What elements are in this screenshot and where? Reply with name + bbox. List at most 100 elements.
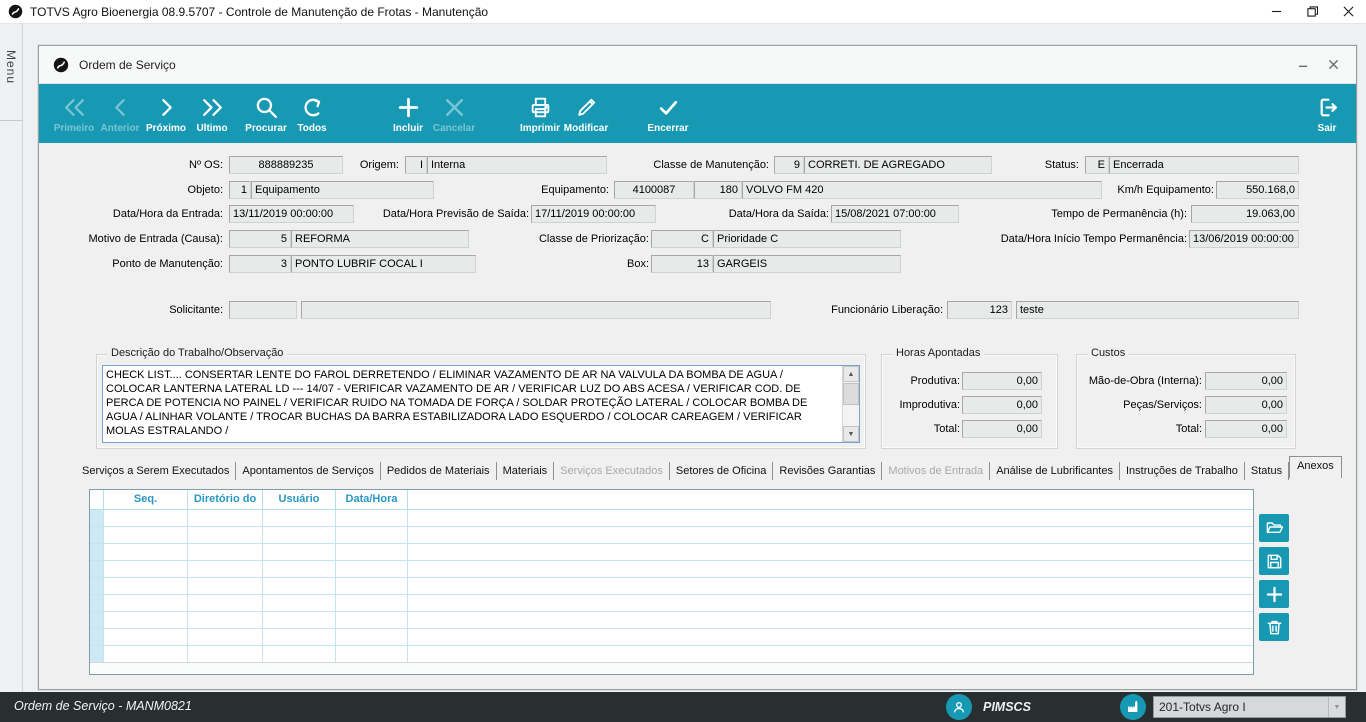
grid-header-usuario[interactable]: Usuário: [263, 490, 336, 509]
tab-setores-de-oficina[interactable]: Setores de Oficina: [670, 462, 774, 480]
descricao-scrollbar[interactable]: ▲ ▼: [842, 366, 859, 442]
tab-analise-de-lubrificantes[interactable]: Análise de Lubrificantes: [990, 462, 1120, 480]
entrada-field[interactable]: 13/11/2019 00:00:00: [229, 205, 354, 223]
tab-revisoes-garantias[interactable]: Revisões Garantias: [773, 462, 883, 480]
scroll-thumb[interactable]: [843, 383, 859, 405]
dialog-close-button[interactable]: [1320, 53, 1346, 77]
ponto-manutencao-label: Ponto de Manutenção:: [112, 258, 223, 270]
dialog-minimize-button[interactable]: [1290, 53, 1316, 77]
scroll-down-icon[interactable]: ▼: [843, 426, 859, 442]
box-desc-field[interactable]: GARGEIS: [713, 255, 901, 273]
produtiva-field[interactable]: 0,00: [962, 372, 1042, 390]
saida-field[interactable]: 15/08/2021 07:00:00: [831, 205, 959, 223]
plus-icon: [1266, 586, 1282, 602]
first-button[interactable]: Primeiro: [51, 84, 97, 143]
classe-manutencao-code-field[interactable]: 9: [774, 156, 804, 174]
exit-button[interactable]: Sair: [1304, 84, 1350, 143]
save-attachment-button[interactable]: [1259, 547, 1289, 575]
table-row[interactable]: [90, 595, 1253, 612]
equipamento-code2-field[interactable]: 180: [694, 181, 742, 199]
funcionario-liberacao-desc-field[interactable]: teste: [1016, 301, 1299, 319]
last-button[interactable]: Ultimo: [189, 84, 235, 143]
classe-priorizacao-code-field[interactable]: C: [651, 230, 713, 248]
improdutiva-field[interactable]: 0,00: [962, 396, 1042, 414]
finish-button[interactable]: Encerrar: [645, 84, 691, 143]
table-row[interactable]: [90, 612, 1253, 629]
service-order-dialog: Ordem de Serviço Primeiro Anterior Próxi…: [38, 45, 1357, 690]
user-avatar[interactable]: [946, 694, 972, 720]
inicio-permanencia-field[interactable]: 13/06/2019 00:00:00: [1189, 230, 1299, 248]
modify-button[interactable]: Modificar: [563, 84, 609, 143]
close-button[interactable]: [1330, 0, 1366, 23]
ponto-manutencao-code-field[interactable]: 3: [229, 255, 291, 273]
tab-instrucoes-de-trabalho[interactable]: Instruções de Trabalho: [1120, 462, 1245, 480]
cancel-button[interactable]: Cancelar: [431, 84, 477, 143]
table-cell: [263, 629, 336, 645]
restore-button[interactable]: [1294, 0, 1330, 23]
box-code-field[interactable]: 13: [651, 255, 713, 273]
previsao-saida-field[interactable]: 17/11/2019 00:00:00: [531, 205, 656, 223]
delete-attachment-button[interactable]: [1259, 613, 1289, 641]
search-button[interactable]: Procurar: [243, 84, 289, 143]
objeto-code-field[interactable]: 1: [229, 181, 251, 199]
grid-header-datahora[interactable]: Data/Hora: [336, 490, 408, 509]
company-badge[interactable]: [1120, 694, 1146, 720]
origem-desc-field[interactable]: Interna: [427, 156, 607, 174]
print-button[interactable]: Imprimir: [517, 84, 563, 143]
menu-tab[interactable]: Menu: [4, 50, 18, 84]
status-label: Status:: [1044, 159, 1079, 171]
ponto-manutencao-desc-field[interactable]: PONTO LUBRIF COCAL I: [291, 255, 476, 273]
table-row[interactable]: [90, 629, 1253, 646]
status-desc-field[interactable]: Encerrada: [1109, 156, 1299, 174]
tab-apontamentos-de-servicos[interactable]: Apontamentos de Serviços: [236, 462, 381, 480]
table-row[interactable]: [90, 527, 1253, 544]
table-row[interactable]: [90, 578, 1253, 595]
table-row[interactable]: [90, 544, 1253, 561]
minimize-button[interactable]: [1258, 0, 1294, 23]
horas-total-field[interactable]: 0,00: [962, 420, 1042, 438]
tab-anexos[interactable]: Anexos: [1289, 456, 1342, 478]
origem-code-field[interactable]: I: [405, 156, 427, 174]
table-row[interactable]: [90, 646, 1253, 663]
funcionario-liberacao-code-field[interactable]: 123: [947, 301, 1012, 319]
table-cell: [263, 527, 336, 543]
table-cell: [408, 527, 1253, 543]
add-attachment-button[interactable]: [1259, 580, 1289, 608]
next-button[interactable]: Próximo: [143, 84, 189, 143]
descricao-textarea[interactable]: CHECK LIST.... CONSERTAR LENTE DO FAROL …: [102, 365, 860, 443]
motivo-entrada-desc-field[interactable]: REFORMA: [291, 230, 469, 248]
add-button[interactable]: Incluir: [385, 84, 431, 143]
restore-icon: [1306, 6, 1318, 17]
equipamento-desc-field[interactable]: VOLVO FM 420: [742, 181, 1102, 199]
custos-total-field[interactable]: 0,00: [1205, 420, 1287, 438]
grid-header-diretorio[interactable]: Diretório do: [188, 490, 263, 509]
motivo-entrada-code-field[interactable]: 5: [229, 230, 291, 248]
company-selector[interactable]: 201-Totvs Agro I ▼: [1153, 696, 1346, 718]
solicitante-desc-field[interactable]: [301, 301, 771, 319]
solicitante-code-field[interactable]: [229, 301, 297, 319]
grid-horizontal-scrollbar[interactable]: [90, 662, 1253, 674]
classe-manutencao-desc-field[interactable]: CORRETI. DE AGREGADO: [804, 156, 992, 174]
tab-servicos-a-serem-executados[interactable]: Serviços a Serem Executados: [76, 462, 237, 480]
table-cell: [408, 578, 1253, 594]
scroll-up-icon[interactable]: ▲: [843, 366, 859, 382]
tab-status[interactable]: Status: [1245, 462, 1290, 480]
pecas-servicos-field[interactable]: 0,00: [1205, 396, 1287, 414]
kmh-field[interactable]: 550.168,0: [1216, 181, 1299, 199]
tempo-permanencia-field[interactable]: 19.063,00: [1191, 205, 1299, 223]
tab-pedidos-de-materiais[interactable]: Pedidos de Materiais: [381, 462, 497, 480]
all-button[interactable]: Todos: [289, 84, 335, 143]
objeto-desc-field[interactable]: Equipamento: [251, 181, 434, 199]
table-row[interactable]: [90, 561, 1253, 578]
open-attachment-button[interactable]: [1259, 514, 1289, 542]
mao-de-obra-field[interactable]: 0,00: [1205, 372, 1287, 390]
dropdown-arrow-icon[interactable]: ▼: [1328, 697, 1345, 717]
table-row[interactable]: [90, 510, 1253, 527]
classe-priorizacao-desc-field[interactable]: Prioridade C: [713, 230, 901, 248]
equipamento-code-field[interactable]: 4100087: [614, 181, 694, 199]
previous-button[interactable]: Anterior: [97, 84, 143, 143]
grid-header-seq[interactable]: Seq.: [104, 490, 188, 509]
status-code-field[interactable]: E: [1085, 156, 1109, 174]
dialog-titlebar: Ordem de Serviço: [39, 46, 1356, 84]
tab-materiais[interactable]: Materiais: [497, 462, 555, 480]
